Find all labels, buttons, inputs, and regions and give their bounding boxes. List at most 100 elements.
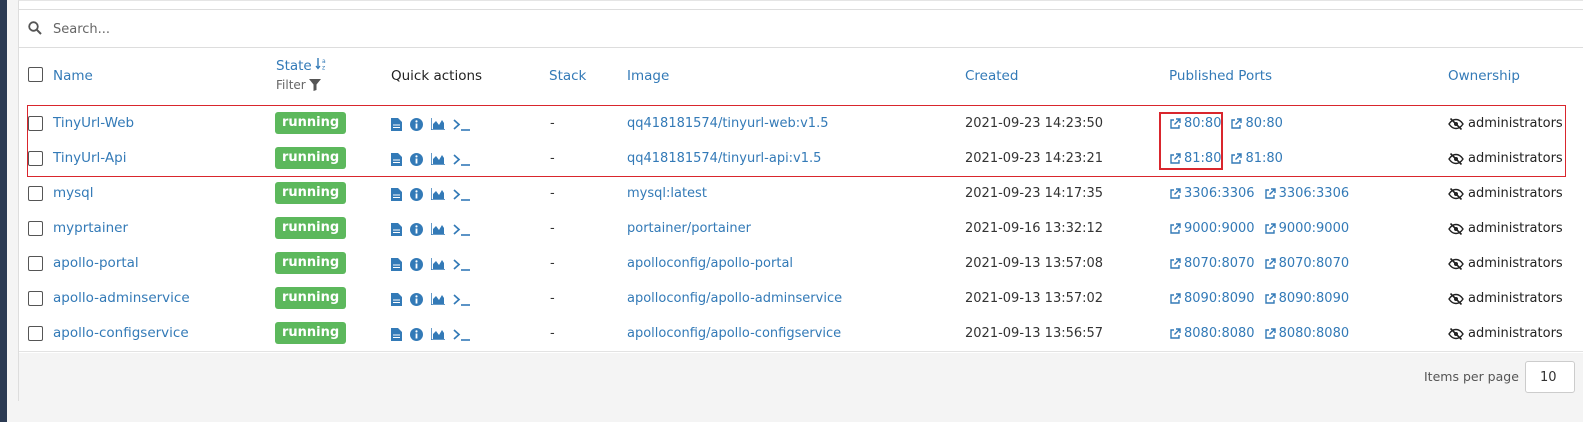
image-link[interactable]: apolloconfig/apollo-configservice (627, 316, 841, 351)
row-checkbox[interactable] (28, 256, 43, 271)
ownership: administrators (1448, 106, 1563, 141)
terminal-icon[interactable] (453, 153, 471, 166)
quick-actions (391, 326, 479, 342)
info-circle-icon[interactable] (410, 257, 423, 271)
row-checkbox[interactable] (28, 151, 43, 166)
select-all-checkbox[interactable] (28, 67, 43, 82)
port-link[interactable]: 8080:8080 (1169, 316, 1255, 351)
port-link[interactable]: 8090:8090 (1264, 281, 1350, 316)
info-circle-icon[interactable] (410, 187, 423, 201)
external-link-icon (1170, 327, 1181, 339)
info-circle-icon[interactable] (410, 152, 423, 166)
image-link[interactable]: qq418181574/tinyurl-web:v1.5 (627, 106, 828, 141)
file-text-icon[interactable] (391, 187, 402, 201)
header-state[interactable]: State a z (276, 57, 329, 74)
file-text-icon[interactable] (391, 327, 402, 341)
port-link[interactable]: 8090:8090 (1169, 281, 1255, 316)
eye-slash-icon (1448, 222, 1464, 235)
header-image[interactable]: Image (627, 68, 669, 84)
container-name-link[interactable]: apollo-configservice (53, 316, 189, 351)
status-badge: running (275, 147, 347, 169)
area-chart-icon[interactable] (431, 328, 445, 340)
container-name-link[interactable]: TinyUrl-Web (53, 106, 134, 141)
row-checkbox[interactable] (28, 291, 43, 306)
search-bar (19, 10, 1583, 48)
info-circle-icon[interactable] (410, 117, 423, 131)
area-chart-icon[interactable] (431, 118, 445, 130)
image-link[interactable]: apolloconfig/apollo-portal (627, 246, 793, 281)
port-link[interactable]: 8070:8070 (1169, 246, 1255, 281)
row-checkbox[interactable] (28, 326, 43, 341)
panel-top-strip (19, 1, 1583, 10)
file-text-icon[interactable] (391, 152, 402, 166)
stack-value: - (550, 151, 555, 166)
port-link[interactable]: 81:80 (1230, 141, 1283, 176)
port-link[interactable]: 9000:9000 (1169, 211, 1255, 246)
external-link-icon (1231, 152, 1243, 164)
container-name-link[interactable]: apollo-adminservice (53, 281, 190, 316)
external-link-icon (1170, 222, 1181, 234)
port-link[interactable]: 80:80 (1230, 106, 1283, 141)
area-chart-icon[interactable] (431, 293, 445, 305)
container-name-link[interactable]: apollo-portal (53, 246, 139, 281)
table-row: apollo-portal running - apolloconfig/apollo… (19, 246, 1583, 282)
status-badge: running (275, 252, 347, 274)
filter-icon (308, 79, 321, 91)
port-link[interactable]: 9000:9000 (1264, 211, 1350, 246)
image-link[interactable]: qq418181574/tinyurl-api:v1.5 (627, 141, 821, 176)
info-circle-icon[interactable] (410, 292, 423, 306)
port-link[interactable]: 81:80 (1169, 141, 1221, 176)
published-ports: 3306:3306 3306:3306 (1169, 176, 1349, 211)
row-checkbox[interactable] (28, 116, 43, 131)
area-chart-icon[interactable] (431, 188, 445, 200)
info-circle-icon[interactable] (410, 222, 423, 236)
state-filter[interactable]: Filter (276, 78, 321, 92)
created-date: 2021-09-13 13:56:57 (965, 326, 1104, 341)
table-row: TinyUrl-Api running - qq418181574/tinyurl-a… (19, 141, 1583, 177)
published-ports: 81:80 81:80 (1169, 141, 1283, 176)
published-ports: 9000:9000 9000:9000 (1169, 211, 1349, 246)
ownership-cell: administrators (1448, 176, 1563, 211)
terminal-icon[interactable] (453, 188, 471, 201)
terminal-icon[interactable] (453, 118, 471, 131)
image-link[interactable]: portainer/portainer (627, 211, 751, 246)
status-badge: running (275, 217, 347, 239)
created-date: 2021-09-13 13:57:08 (965, 256, 1104, 271)
area-chart-icon[interactable] (431, 223, 445, 235)
file-text-icon[interactable] (391, 117, 402, 131)
file-text-icon[interactable] (391, 292, 402, 306)
port-link[interactable]: 8080:8080 (1264, 316, 1349, 351)
ownership-label: administrators (1468, 116, 1563, 131)
terminal-icon[interactable] (453, 328, 471, 341)
file-text-icon[interactable] (391, 257, 402, 271)
port-label: 9000:9000 (1278, 221, 1350, 236)
image-link[interactable]: mysql:latest (627, 176, 707, 211)
file-text-icon[interactable] (391, 222, 402, 236)
container-name-link[interactable]: myprtainer (53, 211, 128, 246)
row-checkbox[interactable] (28, 186, 43, 201)
ownership-label: administrators (1468, 151, 1563, 166)
port-link[interactable]: 80:80 (1169, 106, 1221, 141)
area-chart-icon[interactable] (431, 153, 445, 165)
search-input[interactable] (51, 18, 655, 40)
row-checkbox[interactable] (28, 221, 43, 236)
header-ownership[interactable]: Ownership (1448, 68, 1520, 84)
port-link[interactable]: 8070:8070 (1264, 246, 1349, 281)
terminal-icon[interactable] (453, 258, 471, 271)
external-link-icon (1231, 117, 1243, 129)
items-per-page-select[interactable]: 10 (1525, 361, 1575, 393)
container-name-link[interactable]: TinyUrl-Api (53, 141, 126, 176)
image-link[interactable]: apolloconfig/apollo-adminservice (627, 281, 842, 316)
terminal-icon[interactable] (453, 223, 471, 236)
header-published-ports[interactable]: Published Ports (1169, 68, 1272, 84)
port-link[interactable]: 3306:3306 (1169, 176, 1255, 211)
port-label: 8090:8090 (1278, 291, 1350, 306)
info-circle-icon[interactable] (410, 327, 423, 341)
port-link[interactable]: 3306:3306 (1264, 176, 1349, 211)
terminal-icon[interactable] (453, 293, 471, 306)
header-created[interactable]: Created (965, 68, 1018, 84)
container-name-link[interactable]: mysql (53, 176, 94, 211)
header-stack[interactable]: Stack (549, 68, 586, 84)
header-name[interactable]: Name (53, 68, 93, 84)
area-chart-icon[interactable] (431, 258, 445, 270)
